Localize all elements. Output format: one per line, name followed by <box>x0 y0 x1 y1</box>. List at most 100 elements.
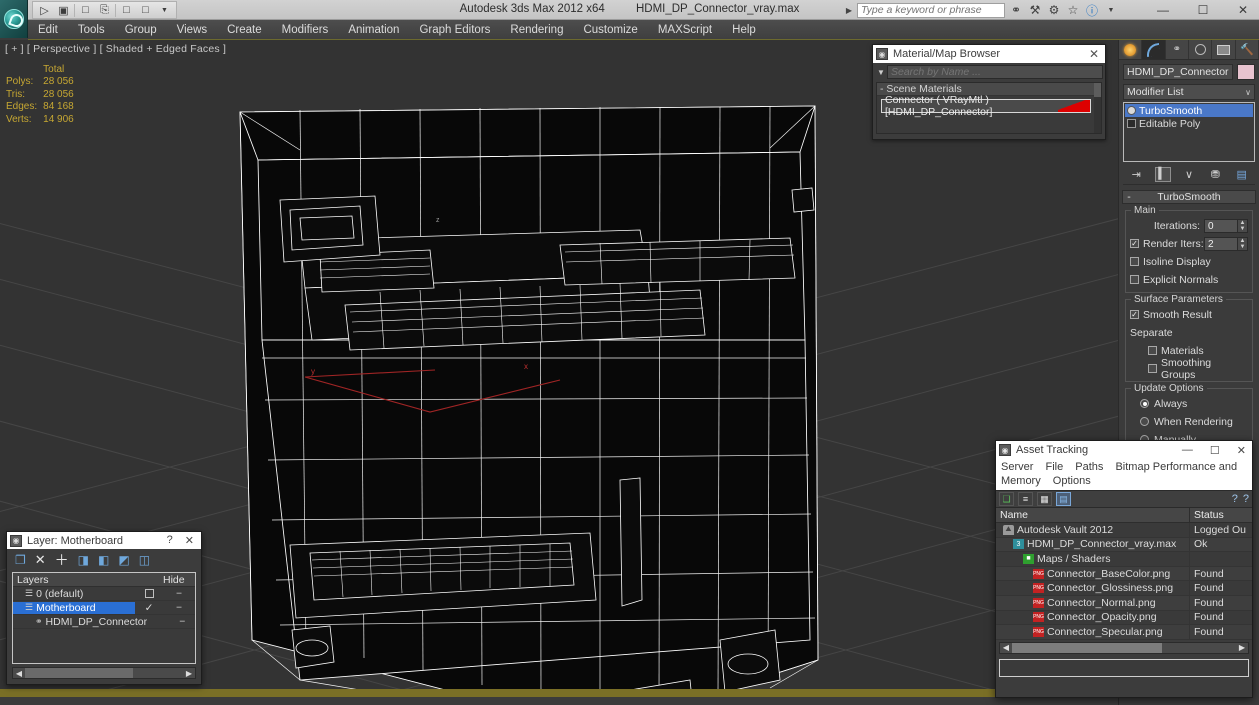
menu-maxscript[interactable]: MAXScript <box>648 20 722 40</box>
scrollbar-thumb[interactable] <box>25 668 133 678</box>
iterations-spinner[interactable]: 0 <box>1204 218 1238 233</box>
menu-bar[interactable]: Edit Tools Group Views Create Modifiers … <box>28 20 1259 40</box>
object-name-row[interactable]: HDMI_DP_Connector <box>1119 60 1259 82</box>
subscription-icon[interactable]: ⚙ <box>1046 3 1062 17</box>
help-icon[interactable]: ? <box>1232 493 1238 505</box>
delete-layer-icon[interactable]: ✕ <box>35 552 46 568</box>
scroll-left-icon[interactable]: ◀ <box>13 669 25 678</box>
separate-smoothing-groups-checkbox[interactable] <box>1148 364 1157 373</box>
update-always-radio[interactable] <box>1140 399 1149 408</box>
help-icon[interactable]: ? <box>167 534 173 547</box>
wrench-icon[interactable]: ⚒ <box>1027 3 1043 17</box>
menu-views[interactable]: Views <box>167 20 217 40</box>
select-objects-icon[interactable]: ◨ <box>78 553 89 567</box>
asset-table[interactable]: Name Status ⛰ Autodesk Vault 2012 Logged… <box>996 507 1252 640</box>
table-row[interactable]: 3 HDMI_DP_Connector_vray.max Ok <box>996 537 1252 553</box>
asset-table-hscrollbar[interactable]: ◀ ▶ <box>999 641 1249 654</box>
application-menu-button[interactable] <box>0 0 28 38</box>
close-button[interactable]: ✕ <box>1237 444 1246 457</box>
menu-edit[interactable]: Edit <box>28 20 68 40</box>
isoline-display-checkbox[interactable] <box>1130 257 1139 266</box>
search-expand-icon[interactable]: ▶ <box>844 6 854 15</box>
window-controls[interactable]: — ☐ ✕ <box>1153 0 1253 20</box>
table-row[interactable]: PNG Connector_Glossiness.png Found <box>996 581 1252 596</box>
add-to-layer-icon[interactable]: ＋ <box>55 550 69 570</box>
remove-modifier-icon[interactable]: ⛃ <box>1207 168 1223 181</box>
asset-tracking-help-group[interactable]: ? ? <box>1232 493 1249 505</box>
undo-icon[interactable]: □ <box>118 3 135 18</box>
layer-dialog[interactable]: ◉ Layer: Motherboard ? ✕ ❐ ✕ ＋ ◨ ◧ ◩ ◫ L… <box>6 531 202 685</box>
rollout-collapse-icon[interactable]: - <box>1123 191 1135 203</box>
scrollbar-thumb[interactable] <box>1012 642 1162 653</box>
table-row[interactable]: PNG Connector_Normal.png Found <box>996 595 1252 611</box>
scroll-right-icon[interactable]: ▶ <box>183 669 195 678</box>
create-tab[interactable] <box>1119 40 1143 59</box>
modifier-stack[interactable]: TurboSmooth Editable Poly <box>1123 102 1255 162</box>
hide-layer-icon[interactable]: ◩ <box>118 553 129 567</box>
scroll-left-icon[interactable]: ◀ <box>1000 643 1012 652</box>
scroll-right-icon[interactable]: ▶ <box>1236 643 1248 652</box>
configure-modifier-sets-icon[interactable]: ▤ <box>1234 168 1250 181</box>
asset-tracking-window-buttons[interactable]: — ☐ ✕ <box>1182 444 1249 457</box>
about-icon[interactable]: ? <box>1243 493 1249 505</box>
layer-row-hdmi-dp-connector[interactable]: ⚭ HDMI_DP_Connector ━ <box>13 615 195 629</box>
close-button[interactable]: ✕ <box>1233 3 1253 17</box>
make-unique-icon[interactable]: ∨ <box>1181 168 1197 181</box>
material-browser-search-row[interactable]: ▼ <box>873 63 1105 79</box>
new-layer-icon[interactable]: ❐ <box>15 553 26 567</box>
asset-tracking-status-field[interactable] <box>999 658 1249 677</box>
new-scene-icon[interactable]: □ <box>77 3 94 18</box>
menu-create[interactable]: Create <box>217 20 272 40</box>
render-iters-checkbox[interactable]: ✓ <box>1130 239 1139 248</box>
isoline-display-row[interactable]: Isoline Display <box>1130 254 1248 269</box>
asset-tracking-toolbar[interactable]: ❑ ≡ ▦ ▤ ? ? <box>996 490 1252 508</box>
layer-row-default[interactable]: ☰ 0 (default) ━ <box>13 587 195 601</box>
vault-icon[interactable]: ❑ <box>999 492 1014 506</box>
smooth-result-row[interactable]: ✓ Smooth Result <box>1130 307 1248 322</box>
save-file-icon[interactable]: ▣ <box>55 3 72 18</box>
motion-tab[interactable] <box>1189 40 1213 59</box>
minimize-button[interactable]: — <box>1182 444 1193 457</box>
material-browser-titlebar[interactable]: ◉ Material/Map Browser ✕ <box>873 45 1105 63</box>
menu-customize[interactable]: Customize <box>573 20 647 40</box>
asset-tracking-titlebar[interactable]: ◉ Asset Tracking — ☐ ✕ <box>996 441 1252 459</box>
material-map-browser[interactable]: ◉ Material/Map Browser ✕ ▼ - Scene Mater… <box>872 44 1106 140</box>
help-dropdown-icon[interactable]: ▼ <box>1103 7 1119 14</box>
menu-paths[interactable]: Paths <box>1075 461 1103 473</box>
object-name-field[interactable]: HDMI_DP_Connector <box>1123 64 1233 80</box>
iterations-spinner-arrows[interactable]: ▲ ▼ <box>1238 218 1248 233</box>
menu-options[interactable]: Options <box>1053 475 1091 487</box>
table-row[interactable]: PNG Connector_BaseColor.png Found <box>996 566 1252 582</box>
layer-hide-cell[interactable]: ━ <box>163 589 195 598</box>
layer-dialog-toolbar[interactable]: ❐ ✕ ＋ ◨ ◧ ◩ ◫ <box>7 549 201 569</box>
info-center-search[interactable]: ▶ ⚭ ⚒ ⚙ ☆ ⓘ ▼ <box>844 2 1119 18</box>
quick-access-toolbar[interactable]: ▷ ▣ □ ⎘ □ □ ▼ <box>32 1 177 19</box>
search-input[interactable] <box>857 2 1005 18</box>
render-iters-spinner-arrows[interactable]: ▲ ▼ <box>1238 236 1248 251</box>
viewport-label[interactable]: [ + ] [ Perspective ] [ Shaded + Edged F… <box>5 43 226 55</box>
rollout-header[interactable]: - TurboSmooth <box>1122 190 1256 204</box>
menu-modifiers[interactable]: Modifiers <box>272 20 339 40</box>
reference-icon[interactable]: ⎘ <box>96 3 113 18</box>
list-view-icon[interactable]: ≡ <box>1018 492 1033 506</box>
qat-dropdown-icon[interactable]: ▼ <box>156 3 173 18</box>
lightbulb-icon[interactable] <box>1127 106 1136 115</box>
table-row[interactable]: PNG Connector_Specular.png Found <box>996 625 1252 640</box>
open-file-icon[interactable]: ▷ <box>36 3 53 18</box>
render-iters-row[interactable]: ✓ Render Iters: 2 ▲ ▼ <box>1130 236 1248 251</box>
show-end-result-icon[interactable]: ▍ <box>1154 167 1171 182</box>
layer-row-motherboard[interactable]: ☰ Motherboard ✓ ━ <box>13 601 195 615</box>
checkbox-icon[interactable] <box>144 589 154 598</box>
material-browser-scrollbar[interactable] <box>1094 83 1101 133</box>
group-collapse-icon[interactable]: - <box>880 83 884 95</box>
layer-dialog-titlebar[interactable]: ◉ Layer: Motherboard ? ✕ <box>7 532 201 549</box>
update-always-row[interactable]: Always <box>1130 396 1248 411</box>
favorites-star-icon[interactable]: ☆ <box>1065 3 1081 17</box>
menu-tools[interactable]: Tools <box>68 20 115 40</box>
menu-animation[interactable]: Animation <box>338 20 409 40</box>
turbosmooth-rollout[interactable]: - TurboSmooth Main Iterations: 0 ▲ ▼ ✓ Re… <box>1122 190 1256 469</box>
menu-file[interactable]: File <box>1045 461 1063 473</box>
render-iters-spinner[interactable]: 2 <box>1204 236 1238 251</box>
asset-tracking-menubar[interactable]: Server File Paths Bitmap Performance and… <box>996 459 1252 490</box>
modifier-stack-toolbar[interactable]: ⇥ ▍ ∨ ⛃ ▤ <box>1123 165 1255 185</box>
